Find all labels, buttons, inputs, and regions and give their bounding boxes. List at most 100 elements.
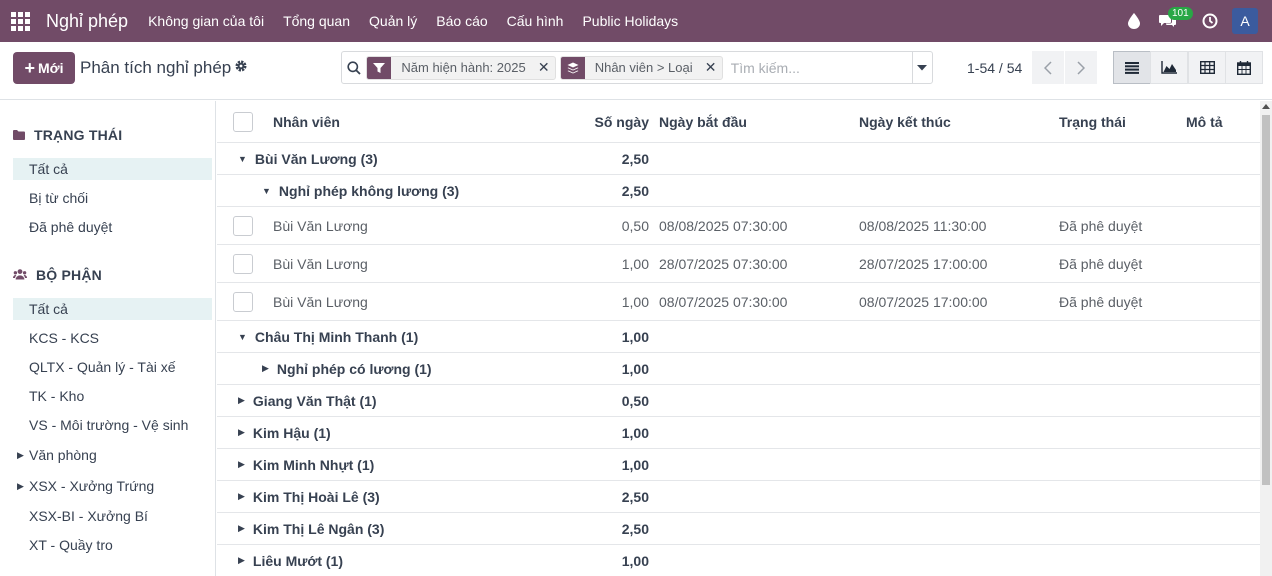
subgroup-row[interactable]: ▼ Nghỉ phép không lương (3) 2,50 [217, 175, 1260, 207]
select-all-checkbox[interactable] [233, 101, 253, 142]
list-view-button[interactable] [1113, 51, 1151, 84]
nav-overview[interactable]: Tổng quan [283, 13, 350, 29]
column-days[interactable]: Số ngày [547, 101, 649, 142]
group-label: Kim Thị Lê Ngân (3) [252, 520, 385, 537]
remove-facet-groupby-icon[interactable]: ✕ [702, 59, 720, 76]
table-header: Nhân viên Số ngày Ngày bắt đầu Ngày kết … [217, 101, 1260, 143]
department-xsx-label: XSX - Xưởng Trứng [29, 478, 155, 494]
department-filter-xt[interactable]: XT - Quầy tro [13, 534, 212, 556]
days-cell: 1,00 [621, 293, 649, 310]
status-filter-refused[interactable]: Bị từ chối [13, 187, 212, 209]
column-description[interactable]: Mô tả [1186, 101, 1223, 142]
user-avatar[interactable]: A [1232, 8, 1258, 34]
row-checkbox[interactable] [233, 283, 253, 320]
group-row[interactable]: ▶ Kim Thị Hoài Lê (3) 2,50 [217, 481, 1260, 513]
start-date-cell: 08/07/2025 07:30:00 [659, 293, 788, 310]
pager-previous-button[interactable] [1032, 51, 1064, 84]
new-button-label: Mới [38, 60, 64, 76]
droplet-icon[interactable] [1120, 0, 1148, 42]
status-filter-all[interactable]: Tất cả [13, 158, 212, 180]
chevron-right-icon [1077, 60, 1085, 75]
department-filter-all[interactable]: Tất cả [13, 298, 212, 320]
department-section-header: BỘ PHẬN [12, 267, 102, 283]
pager-value[interactable]: 1-54 / 54 [967, 60, 1022, 76]
page-title: Phân tích nghỉ phép [80, 58, 232, 77]
group-row[interactable]: ▶ Liêu Mướt (1) 1,00 [217, 545, 1260, 576]
group-label: Châu Thị Minh Thanh (1) [254, 328, 419, 345]
group-days: 2,50 [621, 150, 649, 167]
status-header-label: TRẠNG THÁI [34, 127, 123, 143]
nav-configuration[interactable]: Cấu hình [507, 13, 564, 29]
messages-icon[interactable]: 101 [1154, 0, 1193, 42]
group-label: Kim Minh Nhựt (1) [252, 456, 375, 473]
department-filter-xsx-bi[interactable]: XSX-BI - Xưởng Bí [13, 505, 212, 527]
nav-my-space[interactable]: Không gian của tôi [148, 13, 264, 29]
department-filter-qltx[interactable]: QLTX - Quản lý - Tài xế [13, 356, 212, 378]
list-scrollbar[interactable] [1260, 101, 1272, 576]
status-filter-approved[interactable]: Đã phê duyệt [13, 216, 212, 238]
column-status[interactable]: Trạng thái [1059, 101, 1126, 142]
caret-down-icon: ▼ [238, 153, 247, 164]
group-row[interactable]: ▶ Kim Thị Lê Ngân (3) 2,50 [217, 513, 1260, 545]
group-label: Bùi Văn Lương (3) [254, 150, 378, 167]
group-row[interactable]: ▼ Bùi Văn Lương (3) 2,50 [217, 143, 1260, 175]
nav-management[interactable]: Quản lý [369, 13, 417, 29]
top-navbar: Nghỉ phép Không gian của tôi Tổng quan Q… [0, 0, 1272, 42]
group-label: Giang Văn Thật (1) [252, 392, 377, 409]
group-row[interactable]: ▶ Kim Hậu (1) 1,00 [217, 417, 1260, 449]
table-row[interactable]: Bùi Văn Lương 1,00 28/07/2025 07:30:00 2… [217, 245, 1260, 283]
scrollbar-thumb[interactable] [1262, 115, 1270, 485]
pivot-view-button[interactable] [1188, 51, 1226, 84]
department-filter-kcs[interactable]: KCS - KCS [13, 327, 212, 349]
status-cell: Đã phê duyệt [1059, 255, 1143, 272]
department-filter-office[interactable]: ▶ Văn phòng [13, 444, 212, 466]
column-start-date[interactable]: Ngày bắt đầu [659, 101, 747, 142]
group-row[interactable]: ▶ Kim Minh Nhựt (1) 1,00 [217, 449, 1260, 481]
leave-list-view: Nhân viên Số ngày Ngày bắt đầu Ngày kết … [217, 101, 1260, 576]
table-row[interactable]: Bùi Văn Lương 0,50 08/08/2025 07:30:00 0… [217, 207, 1260, 245]
apps-menu-icon[interactable] [0, 0, 40, 42]
search-options-toggle[interactable] [911, 52, 932, 83]
group-days: 1,00 [621, 328, 649, 345]
app-brand[interactable]: Nghỉ phép [46, 11, 128, 32]
clock-icon[interactable] [1196, 0, 1224, 42]
group-row[interactable]: ▼ Châu Thị Minh Thanh (1) 1,00 [217, 321, 1260, 353]
remove-facet-year-icon[interactable]: ✕ [535, 59, 553, 76]
calendar-view-button[interactable] [1225, 51, 1263, 84]
status-cell: Đã phê duyệt [1059, 293, 1143, 310]
column-employee[interactable]: Nhân viên [273, 101, 340, 142]
facet-groupby-label: Nhân viên > Loại [594, 60, 693, 75]
end-date-cell: 08/07/2025 17:00:00 [859, 293, 988, 310]
caret-right-icon: ▶ [262, 363, 269, 373]
search-input[interactable] [726, 53, 912, 82]
subgroup-row[interactable]: ▶ Nghỉ phép có lương (1) 1,00 [217, 353, 1260, 385]
graph-view-button[interactable] [1150, 51, 1188, 84]
table-icon [1199, 61, 1215, 74]
employee-cell: Bùi Văn Lương [273, 217, 368, 234]
table-row[interactable]: Bùi Văn Lương 1,00 08/07/2025 07:30:00 0… [217, 283, 1260, 321]
days-cell: 0,50 [621, 217, 649, 234]
row-checkbox[interactable] [233, 245, 253, 282]
caret-right-icon[interactable]: ▶ [17, 450, 24, 461]
column-end-date[interactable]: Ngày kết thúc [859, 101, 951, 142]
gear-icon[interactable] [234, 59, 248, 76]
pager-next-button[interactable] [1065, 51, 1097, 84]
department-filter-xsx[interactable]: ▶ XSX - Xưởng Trứng [13, 475, 212, 497]
new-button[interactable]: + Mới [13, 52, 75, 84]
department-filter-vs[interactable]: VS - Môi trường - Vệ sinh [13, 414, 212, 436]
facet-year-filter: Năm hiện hành: 2025 ✕ [366, 55, 556, 80]
group-label: Kim Hậu (1) [252, 424, 331, 441]
department-filter-tk[interactable]: TK - Kho [13, 385, 212, 407]
row-checkbox[interactable] [233, 207, 253, 244]
caret-down-icon: ▼ [238, 331, 247, 342]
nav-public-holidays[interactable]: Public Holidays [582, 13, 678, 29]
nav-reports[interactable]: Báo cáo [436, 13, 487, 29]
group-row[interactable]: ▶ Giang Văn Thật (1) 0,50 [217, 385, 1260, 417]
caret-right-icon: ▶ [238, 459, 245, 469]
scroll-up-arrow-icon[interactable] [1262, 104, 1270, 109]
employee-cell: Bùi Văn Lương [273, 255, 368, 272]
search-icon[interactable] [342, 52, 366, 83]
plus-icon: + [24, 57, 35, 78]
caret-right-icon[interactable]: ▶ [17, 481, 24, 492]
layers-icon [560, 56, 585, 79]
